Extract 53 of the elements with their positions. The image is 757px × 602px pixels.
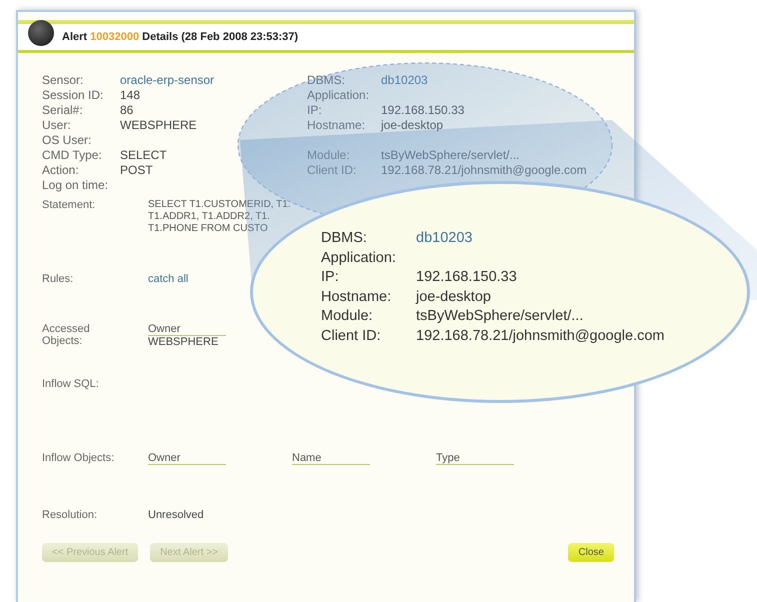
field-label: Client ID:	[321, 326, 381, 346]
field-value: 192.168.78.21/johnsmith@google.com	[381, 163, 587, 178]
rule-link[interactable]: catch all	[148, 273, 188, 285]
field-label: Accessed Objects:	[42, 323, 91, 348]
field-value: Unresolved	[148, 509, 204, 521]
field-value: 148	[120, 88, 140, 103]
field-label: DBMS:	[321, 229, 367, 248]
field-label: Module:	[307, 148, 350, 163]
column-header: Owner	[148, 452, 226, 465]
field-value: WEBSPHERE	[120, 118, 197, 133]
field-value: 192.168.78.21/johnsmith@google.com	[416, 326, 664, 346]
field-link[interactable]: oracle-erp-sensor	[120, 73, 214, 88]
field-label: User:	[42, 118, 71, 133]
field-label: Session ID:	[42, 88, 104, 103]
field-label: Statement:	[42, 199, 96, 213]
field-value: joe-desktop	[416, 288, 491, 306]
field-label: CMD Type:	[42, 148, 102, 163]
field-link[interactable]: db10203	[381, 73, 428, 88]
field-value: POST	[120, 163, 153, 178]
field-label: Action:	[42, 163, 79, 178]
table-cell-text: WEBSPHERE	[148, 336, 220, 348]
field-label: Hostname:	[321, 288, 392, 306]
field-label: OS User:	[42, 133, 92, 148]
column-header: Owner	[148, 323, 226, 336]
field-label: DBMS:	[307, 73, 346, 88]
field-label: Resolution:	[42, 509, 98, 521]
column-header: Name	[292, 452, 370, 465]
field-link[interactable]: db10203	[416, 229, 472, 248]
field-label: Log on time:	[42, 178, 108, 193]
field-label: Inflow Objects:	[42, 452, 114, 465]
field-value: SELECT	[120, 148, 167, 163]
field-value: 192.168.150.33	[416, 268, 517, 287]
field-label: Rules:	[42, 273, 74, 285]
field-value: tsByWebSphere/servlet/...	[416, 307, 584, 326]
field-label: Inflow SQL:	[42, 378, 99, 390]
column-header: Type	[436, 452, 514, 465]
field-label: Application:	[307, 88, 370, 103]
logo-icon	[28, 20, 54, 46]
field-value: joe-desktop	[381, 118, 444, 133]
sql-statement: SELECT T1.CUSTOMERID, T1. T1.ADDR1, T1.ADDR2, T1. T1.PHONE FROM CUSTO	[148, 199, 291, 235]
dialog-title: Alert 10032000 Details (28 Feb 2008 23:53:37)	[62, 31, 298, 43]
field-label: Serial#:	[42, 103, 83, 118]
close-button[interactable]: Close	[568, 543, 614, 562]
field-label: IP:	[307, 103, 322, 118]
field-label: Application:	[321, 248, 396, 268]
field-value: tsByWebSphere/servlet/...	[381, 148, 520, 163]
field-label: Module:	[321, 307, 373, 326]
field-label: IP:	[321, 268, 339, 287]
field-label: Hostname:	[307, 118, 366, 133]
field-value: 86	[120, 103, 134, 118]
field-value: 192.168.150.33	[381, 103, 464, 118]
field-label: Sensor:	[42, 73, 84, 88]
field-label: Client ID:	[307, 163, 356, 178]
